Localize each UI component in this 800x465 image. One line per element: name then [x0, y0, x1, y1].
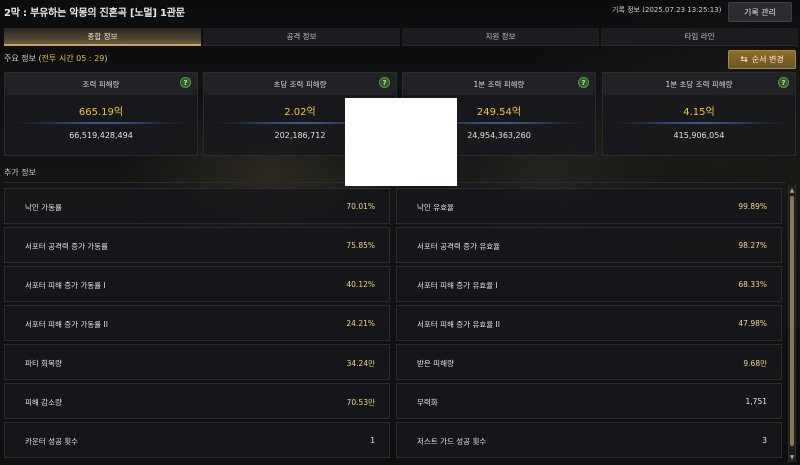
extra-info-label: 추가 정보	[4, 168, 36, 177]
table-row: 카운터 성공 횟수 1 저스트 가드 성공 횟수 3	[4, 422, 782, 458]
main-info-suffix: )	[104, 54, 108, 63]
redacted-overlay	[345, 98, 457, 186]
stat-value: 1	[370, 436, 375, 445]
stat-value: 98.27%	[738, 241, 767, 250]
question-icon[interactable]: ?	[578, 77, 589, 88]
stat-label: 서포터 공격력 증가 가동률	[25, 242, 109, 251]
table-row: 낙인 가동률 70.01% 낙인 유효율 99.89%	[4, 188, 782, 224]
stat-label: 카운터 성공 횟수	[25, 437, 79, 446]
battle-time: 전투 시간 05 : 29	[41, 54, 105, 63]
stat-card-assist-damage: 조력 피해량 ? 665.19억 66,519,428,494	[4, 72, 198, 156]
question-icon[interactable]: ?	[379, 77, 390, 88]
stat-row-right: 무력화 1,751	[396, 383, 782, 419]
stat-card-raw: 415,906,054	[673, 131, 725, 140]
stat-row-left: 서포터 공격력 증가 가동률 75.85%	[4, 227, 390, 263]
stat-value: 99.89%	[738, 202, 767, 211]
glow-divider	[613, 122, 787, 124]
change-order-label: 순서 변경	[751, 55, 784, 64]
header: 2막 : 부유하는 악몽의 진혼곡 [노멀] 1관문 기록 정보 (2025.0…	[0, 0, 800, 24]
scrollbar[interactable]: ▲ ▼	[788, 186, 796, 462]
record-info: 기록 정보 (2025.07.23 13:25:13)	[612, 6, 722, 14]
scrollbar-thumb[interactable]	[790, 196, 794, 446]
table-row: 서포터 피해 증가 가동률 II 24.21% 서포터 피해 증가 유효율 II…	[4, 305, 782, 341]
page-title: 2막 : 부유하는 악몽의 진혼곡 [노멀] 1관문	[4, 8, 185, 19]
stat-value: 9.68만	[743, 359, 767, 368]
table-row: 서포터 피해 증가 가동률 I 40.12% 서포터 피해 증가 유효율 I 6…	[4, 266, 782, 302]
question-icon[interactable]: ?	[180, 77, 191, 88]
table-row: 피해 감소량 70.53만 무력화 1,751	[4, 383, 782, 419]
glow-divider	[15, 122, 189, 124]
swap-arrows-icon: ⇆	[740, 54, 748, 65]
tab-attack[interactable]: 공격 정보	[203, 28, 400, 46]
stat-card-title: 1분 초당 조력 피해량	[603, 73, 795, 95]
stat-value: 70.53만	[346, 398, 375, 407]
stat-label: 낙인 가동률	[25, 203, 62, 212]
stat-row-left: 서포터 피해 증가 가동률 II 24.21%	[4, 305, 390, 341]
stat-row-left: 카운터 성공 횟수 1	[4, 422, 390, 458]
table-row: 서포터 공격력 증가 가동률 75.85% 서포터 공격력 증가 유효율 98.…	[4, 227, 782, 263]
stat-label: 무력화	[417, 398, 438, 407]
stat-label: 피해 감소량	[25, 398, 62, 407]
change-order-button[interactable]: ⇆ 순서 변경	[728, 50, 796, 69]
stat-label: 받은 피해량	[417, 359, 454, 368]
main-info-prefix: 주요 정보 (	[4, 54, 42, 63]
stat-card-title: 초당 조력 피해량	[204, 73, 396, 95]
stat-value: 24.21%	[346, 319, 375, 328]
stat-card-value: 665.19억	[78, 107, 124, 118]
main-info-label: 주요 정보 (전투 시간 05 : 29)	[4, 53, 107, 64]
stat-value: 1,751	[745, 397, 767, 406]
app-window: 2막 : 부유하는 악몽의 진혼곡 [노멀] 1관문 기록 정보 (2025.0…	[0, 0, 800, 465]
tab-timeline[interactable]: 타임 라인	[601, 28, 798, 46]
table-row: 파티 회복량 34.24만 받은 피해량 9.68만	[4, 344, 782, 380]
stat-label: 서포터 피해 증가 유효율 II	[417, 320, 500, 329]
stat-value: 68.33%	[738, 280, 767, 289]
stat-card-value: 4.15억	[683, 107, 715, 118]
stat-card-raw: 66,519,428,494	[69, 131, 133, 140]
stat-label: 서포터 피해 증가 가동률 II	[25, 320, 108, 329]
stat-value: 75.85%	[346, 241, 375, 250]
stat-value: 40.12%	[346, 280, 375, 289]
stat-row-right: 낙인 유효율 99.89%	[396, 188, 782, 224]
stat-card-1min-assist-dps: 1분 초당 조력 피해량 ? 4.15억 415,906,054	[602, 72, 796, 156]
record-manage-button[interactable]: 기록 관리	[728, 2, 792, 22]
stat-row-right: 서포터 피해 증가 유효율 II 47.98%	[396, 305, 782, 341]
stat-row-left: 피해 감소량 70.53만	[4, 383, 390, 419]
stat-label: 저스트 가드 성공 횟수	[417, 437, 487, 446]
stat-card-title: 조력 피해량	[5, 73, 197, 95]
stat-row-right: 저스트 가드 성공 횟수 3	[396, 422, 782, 458]
stat-value: 34.24만	[346, 359, 375, 368]
stat-label: 서포터 공격력 증가 유효율	[417, 242, 501, 251]
stat-value: 3	[762, 436, 767, 445]
stat-value: 47.98%	[738, 319, 767, 328]
tab-bar: 종합 정보 공격 정보 지원 정보 타임 라인	[4, 28, 798, 46]
stat-label: 낙인 유효율	[417, 203, 454, 212]
stat-row-left: 파티 회복량 34.24만	[4, 344, 390, 380]
tab-overview[interactable]: 종합 정보	[4, 28, 201, 46]
scroll-up-icon[interactable]: ▲	[789, 187, 795, 194]
question-icon[interactable]: ?	[778, 77, 789, 88]
stat-row-right: 받은 피해량 9.68만	[396, 344, 782, 380]
stat-label: 서포터 피해 증가 유효율 I	[417, 281, 498, 290]
stat-row-right: 서포터 공격력 증가 유효율 98.27%	[396, 227, 782, 263]
stat-label: 서포터 피해 증가 가동률 I	[25, 281, 106, 290]
scroll-down-icon[interactable]: ▼	[789, 454, 795, 461]
stat-label: 파티 회복량	[25, 359, 62, 368]
stat-row-left: 서포터 피해 증가 가동률 I 40.12%	[4, 266, 390, 302]
tab-support[interactable]: 지원 정보	[402, 28, 599, 46]
stat-card-title: 1분 조력 피해량	[403, 73, 595, 95]
stat-row-left: 낙인 가동률 70.01%	[4, 188, 390, 224]
stat-row-right: 서포터 피해 증가 유효율 I 68.33%	[396, 266, 782, 302]
stat-value: 70.01%	[346, 202, 375, 211]
